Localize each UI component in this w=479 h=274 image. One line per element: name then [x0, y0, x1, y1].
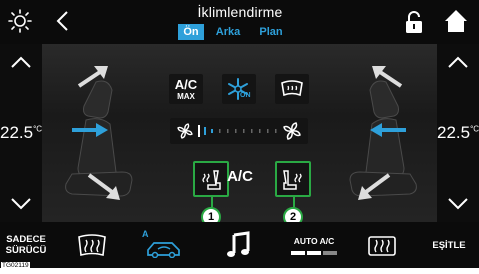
left-temp-down-icon[interactable]	[0, 194, 42, 214]
page-title: İklimlendirme	[197, 4, 283, 20]
windshield-icon	[281, 80, 303, 97]
bottom-bar: SADECE SÜRÜCÜ A AUTO A/C EŞİTLE	[0, 222, 479, 268]
right-temp-down-icon[interactable]	[437, 194, 479, 214]
defrost-on-label: ON	[240, 92, 251, 99]
fan-high-icon[interactable]	[282, 121, 302, 141]
back-chevron-icon[interactable]	[55, 10, 71, 32]
left-foot-air-arrow-icon	[87, 173, 120, 200]
callout-line-2	[293, 197, 295, 207]
climate-screen: İklimlendirme Ön Arka Plan 22.5°C 22.5°C…	[0, 0, 479, 268]
auto-ac-indicator-segment	[291, 251, 305, 255]
left-temperature-unit: °C	[33, 124, 43, 134]
right-temp-up-icon[interactable]	[437, 52, 479, 72]
left-temperature: 22.5°C	[0, 123, 42, 143]
ac-button[interactable]: A/C	[222, 168, 258, 185]
ac-max-bottom-label: MAX	[177, 92, 195, 101]
unlock-icon[interactable]	[404, 10, 424, 34]
right-temperature-column: 22.5°C	[437, 44, 479, 222]
left-temperature-column: 22.5°C	[0, 44, 42, 222]
left-temperature-value: 22.5	[0, 123, 34, 142]
tab-front[interactable]: Ön	[178, 24, 204, 40]
fan-level-indicator	[198, 125, 277, 137]
auto-ac-label: AUTO A/C	[293, 236, 335, 246]
rear-defrost-left-icon[interactable]	[76, 234, 108, 258]
figure-code: TG02119	[1, 262, 30, 269]
auto-ac-indicator-segment	[323, 251, 337, 255]
right-temperature-unit: °C	[470, 124, 479, 134]
left-face-air-arrow-icon[interactable]	[70, 122, 110, 138]
fan-speed-bar[interactable]	[170, 118, 308, 144]
auto-recirculation-button[interactable]: A	[140, 228, 186, 262]
driver-only-line1: SADECE	[6, 234, 46, 245]
driver-only-line2: SÜRÜCÜ	[5, 245, 47, 256]
top-bar: İklimlendirme Ön Arka Plan	[0, 0, 479, 44]
right-face-air-arrow-icon[interactable]	[368, 122, 408, 138]
brightness-icon[interactable]	[7, 8, 33, 34]
ac-max-top-label: A/C	[174, 77, 198, 92]
sync-button[interactable]: EŞİTLE	[424, 240, 474, 251]
car-recirculation-icon	[147, 242, 180, 258]
passenger-seat-heating-button[interactable]	[275, 161, 311, 197]
driver-only-button[interactable]: SADECE SÜRÜCÜ	[2, 234, 50, 256]
callout-line-1	[211, 197, 213, 207]
home-icon[interactable]	[442, 7, 470, 35]
left-temp-up-icon[interactable]	[0, 52, 42, 72]
front-defrost-button[interactable]: ON	[222, 74, 256, 104]
music-note-icon[interactable]	[225, 231, 251, 259]
right-foot-air-arrow-icon	[358, 173, 391, 200]
rear-defrost-right-icon[interactable]	[366, 234, 398, 258]
windshield-button[interactable]	[275, 74, 309, 104]
auto-ac-indicator-segment	[307, 251, 321, 255]
left-upper-air-arrow-icon	[77, 66, 108, 88]
right-upper-air-arrow-icon	[372, 66, 403, 88]
right-temperature-value: 22.5	[437, 123, 471, 142]
auto-ac-button[interactable]: AUTO A/C	[287, 236, 343, 260]
climate-center-panel: A/C MAX ON A/C	[42, 44, 437, 222]
right-temperature: 22.5°C	[437, 123, 479, 143]
tab-rear[interactable]: Arka	[210, 24, 246, 40]
tab-plan[interactable]: Plan	[254, 24, 288, 40]
fan-low-icon[interactable]	[176, 122, 194, 140]
ac-max-button[interactable]: A/C MAX	[169, 74, 203, 104]
seat-heating-icon	[283, 170, 302, 190]
auto-ac-indicator	[291, 251, 337, 255]
seat-heating-icon	[202, 170, 221, 190]
